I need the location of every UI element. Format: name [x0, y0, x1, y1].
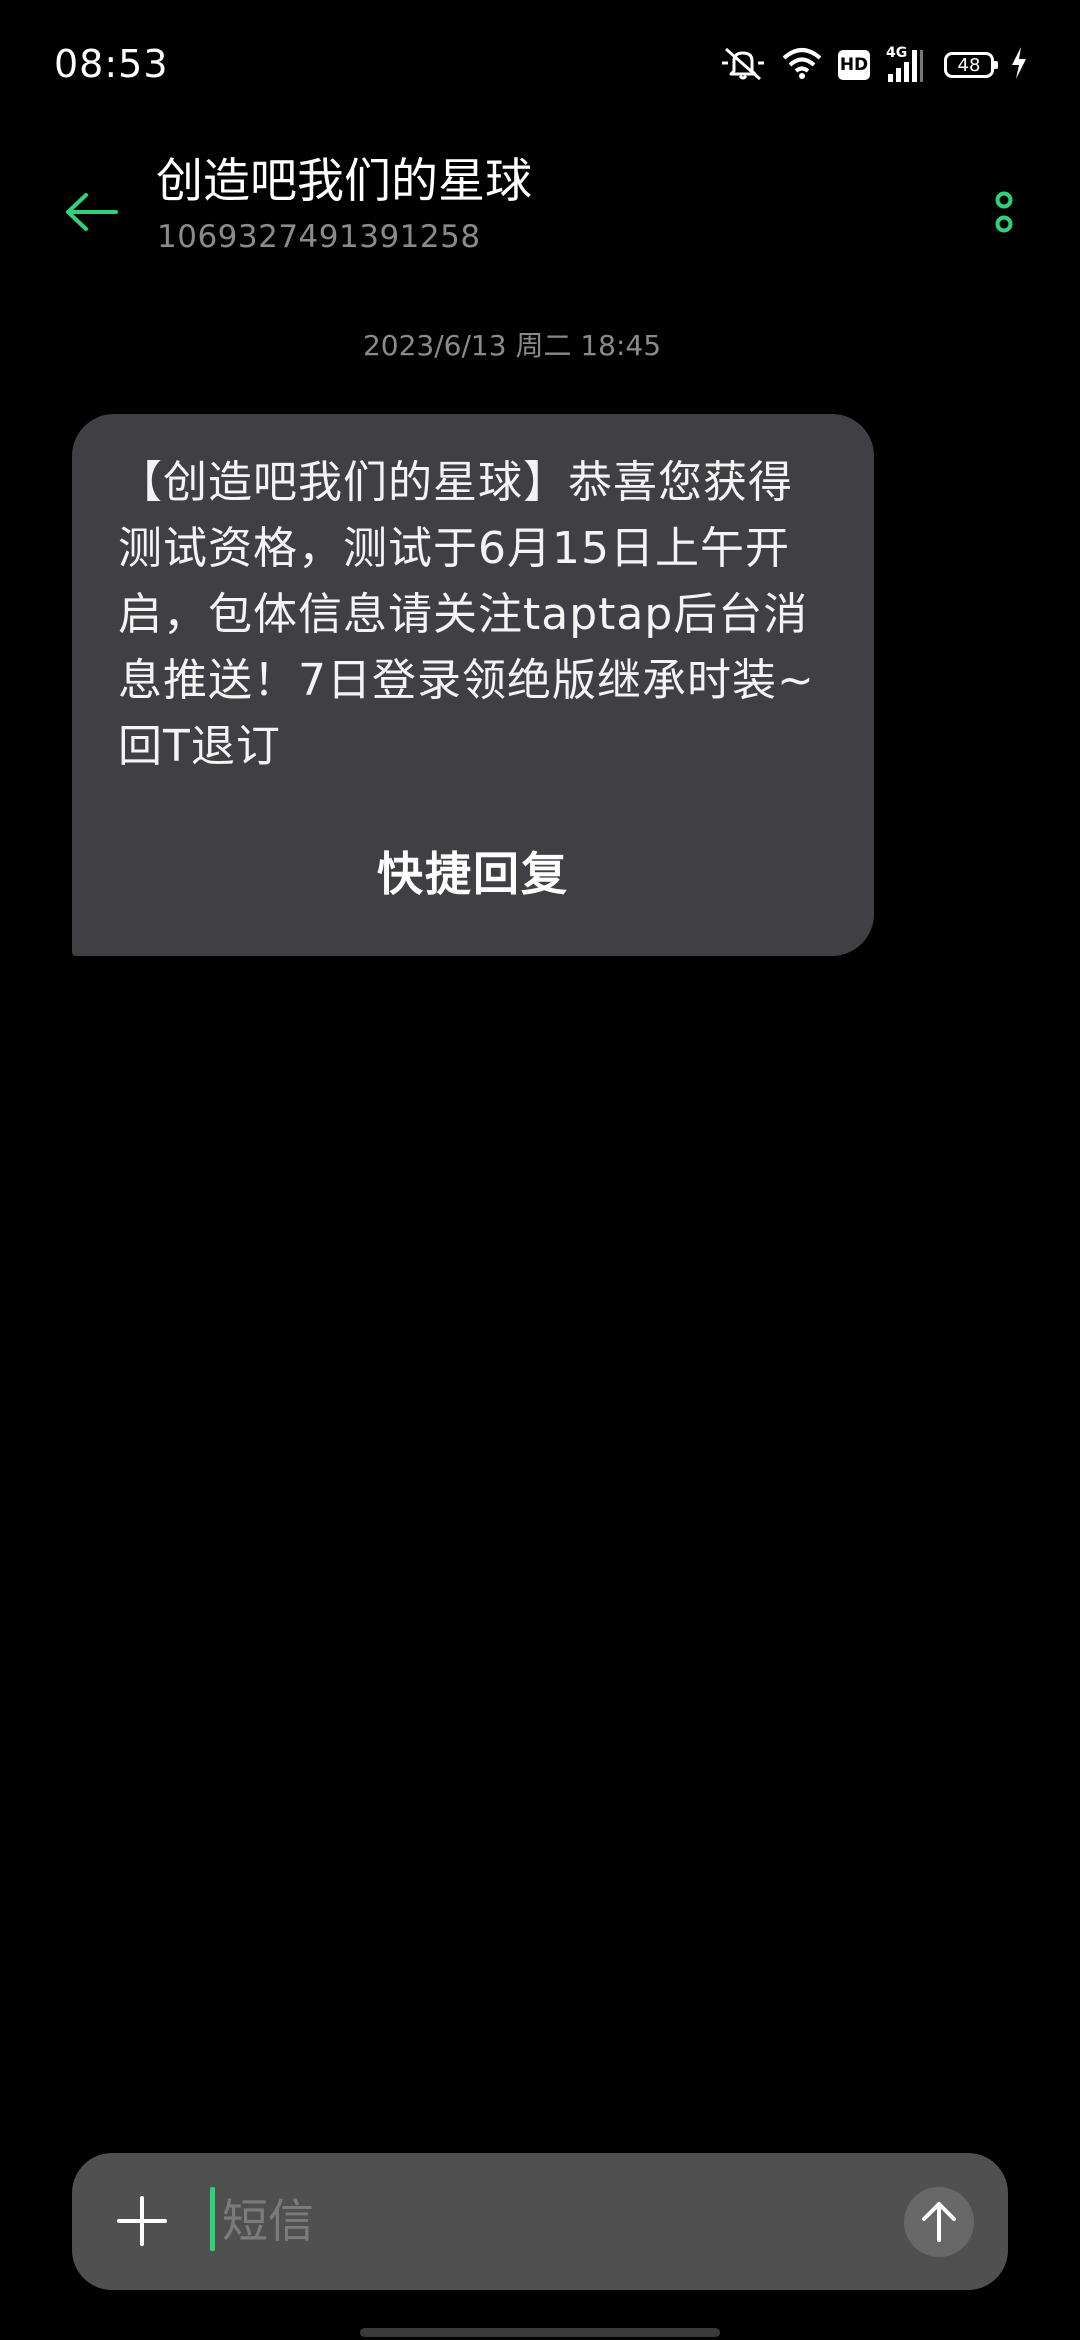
more-options-button[interactable] — [968, 176, 1040, 248]
message-composer — [72, 2153, 1008, 2290]
contact-name: 创造吧我们的星球 — [156, 154, 532, 209]
hd-icon: HD — [838, 50, 870, 80]
quick-reply-button[interactable]: 快捷回复 — [72, 844, 874, 904]
message-timestamp: 2023/6/13 周二 18:45 — [362, 329, 662, 362]
home-indicator[interactable] — [360, 2328, 720, 2337]
message-text: 【创造吧我们的星球】恭喜您获得测试资格，测试于6月15日上午开启，包体信息请关注… — [118, 457, 815, 772]
conversation-header: 创造吧我们的星球 1069327491391258 — [0, 140, 1080, 270]
send-button[interactable] — [904, 2187, 974, 2257]
arrow-up-icon — [922, 2202, 956, 2242]
4g-signal-icon: 4G — [886, 46, 926, 84]
mute-bell-icon — [720, 45, 766, 85]
more-vertical-icon — [995, 191, 1013, 233]
text-cursor — [210, 2187, 215, 2251]
add-attachment-button[interactable] — [106, 2185, 178, 2257]
back-button[interactable] — [56, 176, 128, 248]
message-input[interactable] — [222, 2183, 802, 2259]
status-time: 08:53 — [54, 42, 169, 86]
back-arrow-icon — [66, 193, 118, 231]
contact-number: 1069327491391258 — [157, 219, 481, 255]
status-icons: HD 4G 48 — [704, 44, 1028, 86]
charging-icon — [1010, 46, 1028, 84]
battery-icon: 48 — [944, 52, 998, 78]
message-bubble[interactable]: 【创造吧我们的星球】恭喜您获得测试资格，测试于6月15日上午开启，包体信息请关注… — [72, 414, 874, 956]
status-bar: 08:53 HD 4G 48 — [0, 0, 1080, 130]
wifi-icon — [782, 46, 822, 84]
plus-icon — [117, 2196, 167, 2246]
